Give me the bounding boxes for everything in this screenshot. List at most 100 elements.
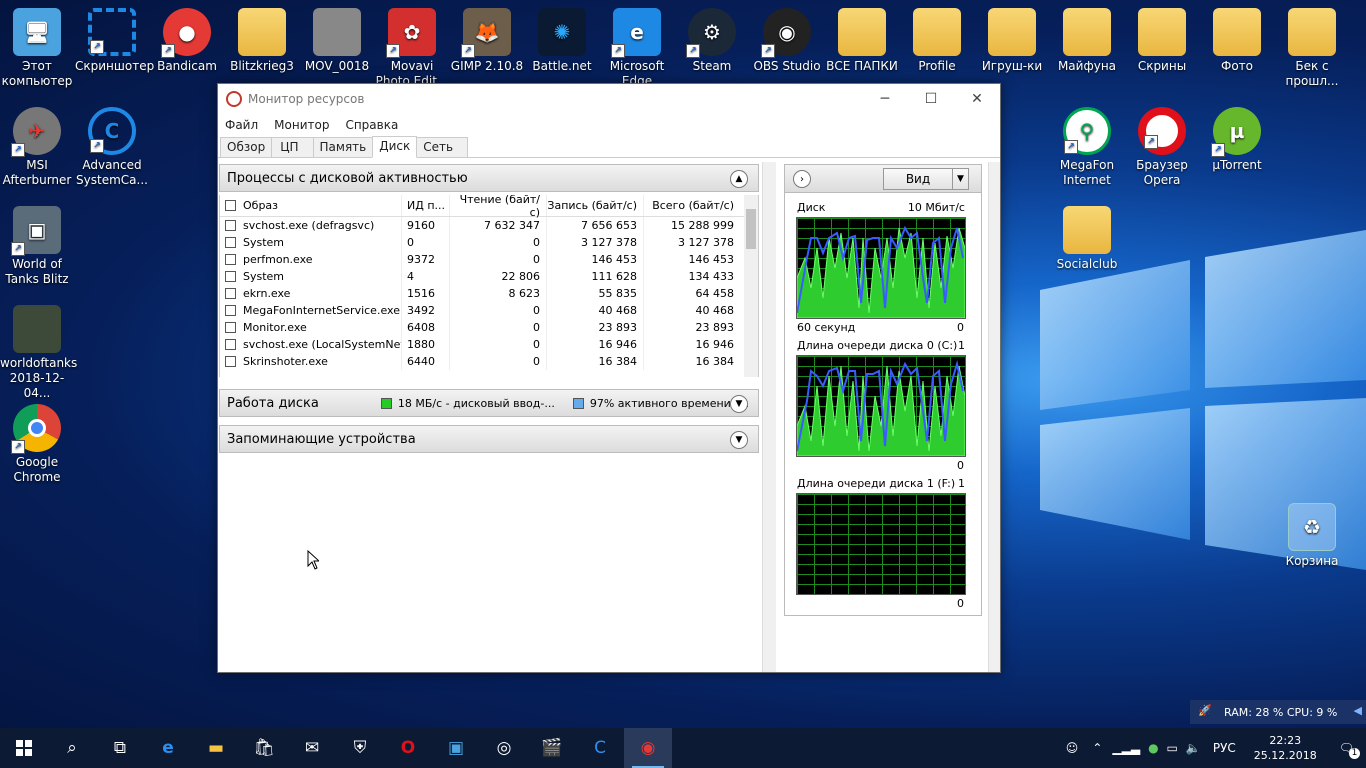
taskbar-mail[interactable]: ✉ xyxy=(288,728,336,768)
table-scrollbar[interactable] xyxy=(744,195,758,377)
desktop-icon-edge[interactable]: e ↗ Microsoft Edge xyxy=(600,8,674,89)
scrollbar-thumb[interactable] xyxy=(746,209,756,249)
taskbar-video-editor[interactable]: 🎬 xyxy=(528,728,576,768)
taskbar-explorer[interactable]: ▬ xyxy=(192,728,240,768)
taskbar-resource-monitor[interactable]: ◉ xyxy=(624,728,672,768)
desktop-icon-games[interactable]: Игруш-ки xyxy=(975,8,1049,74)
taskbar-edge[interactable]: e xyxy=(144,728,192,768)
maximize-button[interactable]: ☐ xyxy=(908,84,954,114)
arrow-left-icon[interactable]: ◀ xyxy=(1354,704,1362,717)
desktop-icon-photo[interactable]: Фото xyxy=(1200,8,1274,74)
taskbar-opera[interactable]: O xyxy=(384,728,432,768)
menu-file[interactable]: Файл xyxy=(225,118,258,132)
desktop-icon-blitzkrieg3[interactable]: Blitzkrieg3 xyxy=(225,8,299,74)
desktop-icon-wot-video[interactable]: worldoftanks 2018-12-04... xyxy=(0,305,77,401)
desktop-icon-all-folders[interactable]: ВСЕ ПАПКИ xyxy=(825,8,899,74)
tab-cpu[interactable]: ЦП xyxy=(271,137,314,157)
table-row[interactable]: System 0 0 3 127 378 3 127 378 xyxy=(220,234,758,251)
table-row[interactable]: ekrn.exe 1516 8 623 55 835 64 458 xyxy=(220,285,758,302)
desktop-icon-myfuna[interactable]: Майфуна xyxy=(1050,8,1124,74)
clock[interactable]: 22:23 25.12.2018 xyxy=(1244,733,1327,763)
row-checkbox[interactable] xyxy=(225,237,236,248)
expand-icon[interactable]: ▼ xyxy=(730,431,748,449)
volume-icon[interactable]: 🔈 xyxy=(1182,741,1205,755)
col-image[interactable]: Образ xyxy=(236,199,401,212)
table-row[interactable]: svchost.exe (LocalSystemNet... 1880 0 16 94… xyxy=(220,336,758,353)
desktop-icon-socialclub[interactable]: Socialclub xyxy=(1050,206,1124,272)
close-button[interactable]: ✕ xyxy=(954,84,1000,114)
row-checkbox[interactable] xyxy=(225,305,236,316)
search-button[interactable]: ⌕ xyxy=(48,728,96,768)
desktop-icon-megafon[interactable]: ⚲ ↗ MegaFon Internet xyxy=(1050,107,1124,188)
table-row[interactable]: Monitor.exe 6408 0 23 893 23 893 xyxy=(220,319,758,336)
menu-help[interactable]: Справка xyxy=(345,118,398,132)
expand-panel-icon[interactable]: › xyxy=(793,170,811,188)
language-indicator[interactable]: РУС xyxy=(1205,741,1244,755)
desktop-icon-msi-afterburner[interactable]: ✈ ↗ MSI Afterburner xyxy=(0,107,74,188)
view-button[interactable]: Вид ▼ xyxy=(883,168,969,190)
desktop-icon-mov0018[interactable]: MOV_0018 xyxy=(300,8,374,74)
table-row[interactable]: perfmon.exe 9372 0 146 453 146 453 xyxy=(220,251,758,268)
disk-activity-header[interactable]: Работа диска 18 МБ/с - дисковый ввод-...… xyxy=(219,389,759,417)
notification-center-button[interactable]: 🗨 1 xyxy=(1327,741,1366,759)
col-write[interactable]: Запись (байт/с) xyxy=(546,195,643,216)
desktop-icon-screenshoter[interactable]: ↗ Скриншотер xyxy=(75,8,154,74)
table-row[interactable]: Skrinshoter.exe 6440 0 16 384 16 384 xyxy=(220,353,758,370)
resource-monitor-window[interactable]: Монитор ресурсов ─ ☐ ✕ Файл Монитор Спра… xyxy=(217,83,1001,673)
desktop-icon-battlenet[interactable]: ✺ Battle.net xyxy=(525,8,599,74)
select-all-checkbox[interactable] xyxy=(225,200,236,211)
start-button[interactable] xyxy=(0,728,48,768)
table-row[interactable]: MegaFonInternetService.exe 3492 0 40 468 40 … xyxy=(220,302,758,319)
taskbar-obs[interactable]: ◎ xyxy=(480,728,528,768)
right-panel-scrollbar[interactable] xyxy=(988,162,1000,672)
table-row[interactable]: svchost.exe (defragsvc) 9160 7 632 347 7 65… xyxy=(220,217,758,234)
tab-network[interactable]: Сеть xyxy=(416,137,469,157)
tab-overview[interactable]: Обзор xyxy=(220,137,273,157)
desktop-icon-this-pc[interactable]: 🖥 Этот компьютер xyxy=(0,8,74,89)
desktop-icon-bandicam[interactable]: ● ↗ Bandicam xyxy=(150,8,224,74)
desktop-icon-screens[interactable]: Скрины xyxy=(1125,8,1199,74)
desktop-icon-opera[interactable]: ↗ Браузер Opera xyxy=(1125,107,1199,188)
row-checkbox[interactable] xyxy=(225,271,236,282)
disk-processes-header[interactable]: Процессы с дисковой активностью ▲ xyxy=(219,164,759,192)
row-checkbox[interactable] xyxy=(225,356,236,367)
tab-disk[interactable]: Диск xyxy=(372,136,418,158)
desktop-icon-backup[interactable]: Бек с прошл... xyxy=(1275,8,1349,89)
desktop-icon-profile[interactable]: Profile xyxy=(900,8,974,74)
chevron-up-icon[interactable]: ⌃ xyxy=(1086,741,1108,755)
row-checkbox[interactable] xyxy=(225,288,236,299)
row-checkbox[interactable] xyxy=(225,254,236,265)
col-read[interactable]: Чтение (байт/с) xyxy=(449,195,546,219)
menu-monitor[interactable]: Монитор xyxy=(274,118,329,132)
megafon-tray-icon[interactable]: ● xyxy=(1144,741,1162,755)
network-icon[interactable]: ▭ xyxy=(1163,741,1182,755)
left-panel-scrollbar[interactable] xyxy=(762,162,776,672)
expand-icon[interactable]: ▼ xyxy=(730,395,748,413)
col-total[interactable]: Всего (байт/с) xyxy=(643,195,740,216)
desktop-icon-steam[interactable]: ⚙ ↗ Steam xyxy=(675,8,749,74)
taskbar-app[interactable]: ▣ xyxy=(432,728,480,768)
desktop-icon-gimp[interactable]: 🦊 ↗ GIMP 2.10.8 xyxy=(450,8,524,74)
minimize-button[interactable]: ─ xyxy=(862,84,908,114)
desktop-icon-chrome[interactable]: ↗ Google Chrome xyxy=(0,404,74,485)
row-checkbox[interactable] xyxy=(225,220,236,231)
signal-icon[interactable]: ▁▂▃ xyxy=(1108,741,1144,755)
taskbar-store[interactable]: 🛍 xyxy=(240,728,288,768)
desktop-icon-recycle-bin[interactable]: ♻ Корзина xyxy=(1275,503,1349,569)
storage-header[interactable]: Запоминающие устройства ▼ xyxy=(219,425,759,453)
desktop-icon-utorrent[interactable]: µ ↗ µTorrent xyxy=(1200,107,1274,173)
table-row[interactable]: System 4 22 806 111 628 134 433 xyxy=(220,268,758,285)
taskbar-wot[interactable]: ⛨ xyxy=(336,728,384,768)
desktop-icon-wot-blitz[interactable]: ▣ ↗ World of Tanks Blitz xyxy=(0,206,74,287)
tab-memory[interactable]: Память xyxy=(312,137,374,157)
task-view-button[interactable]: ⧉ xyxy=(96,728,144,768)
desktop-icon-advanced-systemcare[interactable]: C ↗ Advanced SystemCa... xyxy=(75,107,149,188)
people-icon[interactable]: ☺ xyxy=(1058,741,1087,755)
taskbar-systemcare[interactable]: C xyxy=(576,728,624,768)
collapse-icon[interactable]: ▲ xyxy=(730,170,748,188)
row-checkbox[interactable] xyxy=(225,339,236,350)
desktop-icon-obs[interactable]: ◉ ↗ OBS Studio xyxy=(750,8,824,74)
row-checkbox[interactable] xyxy=(225,322,236,333)
col-pid[interactable]: ИД п... xyxy=(401,195,449,216)
desktop-icon-movavi[interactable]: ✿ ↗ Movavi Photo Edit... xyxy=(375,8,449,89)
